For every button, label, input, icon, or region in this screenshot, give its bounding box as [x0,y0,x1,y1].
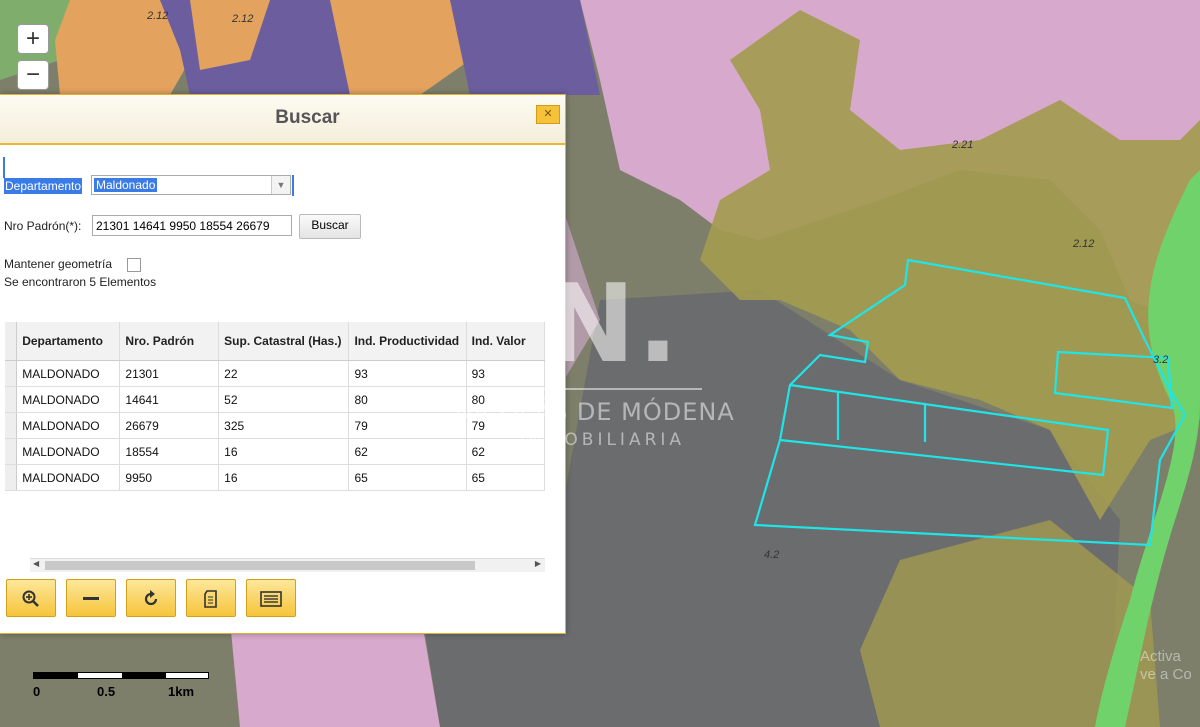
table-cell: 9950 [119,464,220,491]
zone-label: 2.12 [1073,238,1095,250]
column-header[interactable]: Departamento [16,322,121,361]
column-header[interactable]: Nro. Padrón [119,322,220,361]
table-cell: 93 [348,360,467,387]
zoom-out-button[interactable]: − [17,60,49,90]
zone-label: 2.12 [232,13,254,25]
scale-label: 0.5 [97,684,116,699]
table-cell: 93 [466,360,545,387]
scroll-left-icon[interactable]: ◀ [33,559,39,568]
table-cell: 22 [218,360,350,387]
zoom-to-feature-button[interactable] [6,579,56,617]
refresh-button[interactable] [126,579,176,617]
faded-activation-text: Activa ve a Co [1140,648,1192,683]
watermark-logo: N. [545,262,681,387]
dialog-title: Buscar [275,107,340,128]
table-cell: MALDONADO [16,360,121,387]
scroll-right-icon[interactable]: ▶ [535,559,541,568]
row-selector[interactable] [5,360,18,387]
focus-marker [3,157,5,178]
zone-label: 2.21 [952,139,974,151]
row-selector[interactable] [5,412,18,439]
table-cell: MALDONADO [16,464,121,491]
results-grid: Departamento Nro. Padrón Sup. Catastral … [5,322,545,572]
table-cell: 79 [348,412,467,439]
mantener-checkbox[interactable] [127,258,141,272]
zone-label: 4.2 [764,549,780,561]
focus-marker-right [292,175,294,196]
zoom-in-icon [22,590,39,607]
refresh-icon [144,590,158,606]
search-dialog: Buscar ✕ Departamento Maldonado ▼ Nro Pa… [0,94,566,634]
list-button[interactable] [246,579,296,617]
table-cell: 16 [218,438,350,465]
row-selector[interactable] [5,464,18,491]
table-cell: 65 [348,464,467,491]
padron-label: Nro Padrón(*): [4,219,82,233]
zone-purple-2 [450,0,600,95]
watermark-subtitle: INMOBILIARIA [520,430,686,450]
column-header[interactable]: Sup. Catastral (Has.) [218,322,350,361]
table-cell: 26679 [119,412,220,439]
document-icon [204,590,217,608]
dialog-titlebar[interactable]: Buscar ✕ [0,95,565,145]
padron-input[interactable] [92,215,292,236]
scale-seg [122,673,166,678]
departamento-select[interactable]: Maldonado ▼ [91,175,291,195]
row-selector[interactable] [5,438,18,465]
result-count: Se encontraron 5 Elementos [4,275,157,289]
scale-label: 1km [168,684,195,699]
table-row[interactable]: MALDONADO 21301 22 93 93 [5,360,545,387]
buscar-button[interactable]: Buscar [299,214,361,239]
remove-button[interactable] [66,579,116,617]
zoom-in-button[interactable]: + [17,24,49,54]
column-header[interactable]: Ind. Valor [466,322,545,361]
scrollbar-thumb[interactable] [45,561,475,570]
horizontal-scrollbar[interactable]: ◀ ▶ [30,558,545,572]
chevron-down-icon[interactable]: ▼ [271,176,290,194]
list-icon [260,591,282,607]
table-header-row: Departamento Nro. Padrón Sup. Catastral … [5,322,545,361]
scale-seg [34,673,78,678]
zone-label: 3.2 [1153,354,1169,366]
departamento-label: Departamento [4,178,83,194]
table-cell: MALDONADO [16,386,121,413]
column-header[interactable]: Ind. Productividad [348,322,467,361]
table-row[interactable]: MALDONADO 18554 16 62 62 [5,438,545,465]
table-cell: 62 [348,438,467,465]
table-cell: 16 [218,464,350,491]
scale-bar-track [33,672,209,679]
table-cell: 21301 [119,360,220,387]
report-button[interactable] [186,579,236,617]
table-cell: MALDONADO [16,438,121,465]
departamento-value: Maldonado [94,178,158,192]
table-cell: MALDONADO [16,412,121,439]
table-cell: 325 [218,412,350,439]
row-selector[interactable] [5,386,18,413]
table-row[interactable]: MALDONADO 9950 16 65 65 [5,464,545,491]
zone-label: 2.12 [147,10,169,22]
watermark-name: NICOLÁS DE MÓDENA [455,398,735,426]
table-cell: 52 [218,386,350,413]
close-icon[interactable]: ✕ [536,105,560,124]
minus-icon [83,597,99,600]
table-cell: 65 [466,464,545,491]
table-cell: 14641 [119,386,220,413]
table-cell: 18554 [119,438,220,465]
table-cell: 80 [348,386,467,413]
mantener-label: Mantener geometría [4,257,113,271]
scale-label: 0 [33,684,41,699]
watermark-divider [540,388,702,390]
row-selector-header [5,322,18,361]
